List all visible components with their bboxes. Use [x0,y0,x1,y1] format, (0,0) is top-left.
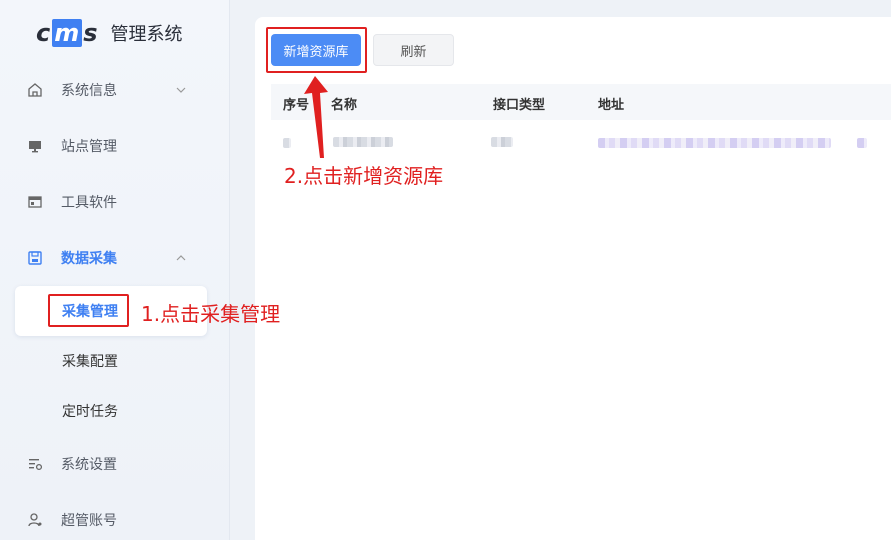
sidebar-item-system-settings[interactable]: 系统设置 [0,444,230,484]
sidebar-item-label: 站点管理 [61,139,117,155]
redacted-address-extra [857,138,867,148]
sidebar-item-tools[interactable]: 工具软件 [0,182,230,222]
sidebar-item-label: 工具软件 [61,195,117,211]
app-title: 管理系统 [110,24,183,45]
column-header-address: 地址 [598,98,625,113]
chevron-down-icon [175,84,187,96]
chevron-up-icon [175,252,187,264]
window-icon [27,194,43,210]
sidebar: cms 管理系统 系统信息 站点管理 工具软件 数据采集 采集管理 采集配置 定… [0,0,230,540]
column-header-api-type: 接口类型 [493,98,546,113]
sidebar-item-site-management[interactable]: 站点管理 [0,126,230,166]
logo-mark: cms [36,19,99,47]
sidebar-item-label: 数据采集 [61,251,117,267]
sidebar-item-label: 系统信息 [61,83,117,99]
annotation-arrow-icon [304,76,328,158]
sidebar-item-admin-account[interactable]: 超管账号 [0,500,230,540]
sidebar-item-system-info[interactable]: 系统信息 [0,70,230,110]
sidebar-item-label: 系统设置 [61,457,117,473]
table-header: 序号 名称 接口类型 地址 [271,84,891,120]
sidebar-subitem-label: 采集配置 [62,354,118,370]
annotation-step1: 1.点击采集管理 [141,302,281,326]
redacted-api-type [491,137,513,147]
settings-icon [27,456,43,472]
sidebar-item-data-collection[interactable]: 数据采集 [0,238,230,278]
sidebar-subitem-label: 采集管理 [62,304,118,320]
annotation-step2: 2.点击新增资源库 [284,164,444,188]
main-panel: 新增资源库 刷新 序号 名称 接口类型 地址 [255,17,891,540]
save-icon [27,250,43,266]
redacted-name [333,137,393,147]
sidebar-subitem-label: 定时任务 [62,404,118,420]
table-row[interactable] [271,125,891,161]
user-icon [27,512,43,528]
redacted-address [598,138,831,148]
sidebar-subitem-collection-config[interactable]: 采集配置 [15,336,207,386]
refresh-button[interactable]: 刷新 [373,34,454,66]
sidebar-item-label: 超管账号 [61,513,117,529]
home-icon [27,82,43,98]
redacted-index [283,138,291,148]
sidebar-subitem-scheduled-tasks[interactable]: 定时任务 [15,386,207,436]
add-resource-library-button[interactable]: 新增资源库 [271,34,361,66]
logo[interactable]: cms 管理系统 [36,18,183,48]
monitor-icon [27,138,43,154]
